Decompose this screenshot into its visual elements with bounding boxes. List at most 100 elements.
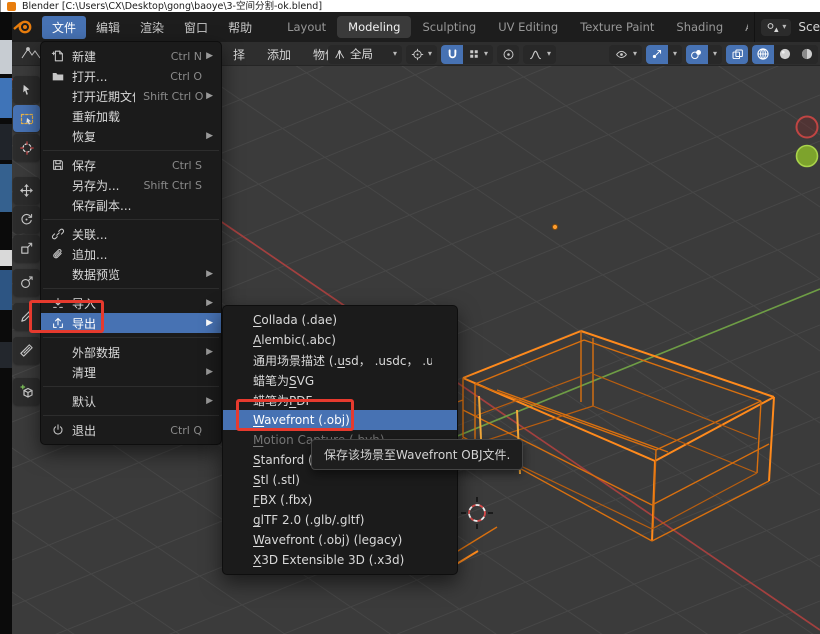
menu-item-shortcut: Ctrl S — [172, 159, 202, 172]
menu-item-打开-[interactable]: 打开...Ctrl O — [41, 66, 221, 86]
menu-item-collada-dae-[interactable]: Collada (.dae) — [223, 310, 457, 330]
menu-item-gltf-2-0-glb-gltf-[interactable]: glTF 2.0 (.glb/.gltf) — [223, 510, 457, 530]
menubar-item-帮助[interactable]: 帮助 — [218, 16, 262, 39]
menu-item-wavefront-obj-legacy-[interactable]: Wavefront (.obj) (legacy) — [223, 530, 457, 550]
menubar-item-编辑[interactable]: 编辑 — [86, 16, 130, 39]
menu-item-退出[interactable]: 退出Ctrl Q — [41, 420, 221, 440]
menu-item-清理[interactable]: 清理 ▶ — [41, 362, 221, 382]
viewport-add-menu[interactable]: 添加 — [256, 44, 302, 65]
menu-item-label: 清理 — [72, 364, 194, 381]
menu-item-label: X3D Extensible 3D (.x3d) — [253, 553, 430, 567]
transform-tool[interactable] — [13, 269, 40, 296]
menu-item-打开近期文件[interactable]: 打开近期文件Shift Ctrl O▶ — [41, 86, 221, 106]
select-box-tool[interactable] — [13, 105, 40, 132]
blank-icon — [50, 108, 66, 124]
menu-item-关联-[interactable]: 关联... — [41, 224, 221, 244]
menubar-item-渲染[interactable]: 渲染 — [130, 16, 174, 39]
menu-item-label: 蜡笔为SVG — [253, 372, 430, 389]
menu-item-fbx-fbx-[interactable]: FBX (.fbx) — [223, 490, 457, 510]
menu-item-追加-[interactable]: 追加... — [41, 244, 221, 264]
menu-item-重新加载[interactable]: 重新加载 — [41, 106, 221, 126]
menu-item-保存副本-[interactable]: 保存副本... — [41, 195, 221, 215]
strip-fragment — [0, 124, 12, 160]
blender-logo-icon[interactable] — [12, 19, 34, 35]
proportional-edit-button[interactable] — [497, 45, 519, 64]
visibility-dropdown[interactable]: ▾ — [609, 45, 642, 64]
scene-pill[interactable]: ▾ — [761, 19, 791, 36]
menu-item-label: glTF 2.0 (.glb/.gltf) — [253, 513, 430, 527]
folder-icon — [50, 68, 66, 84]
submenu-arrow-icon: ▶ — [202, 396, 213, 406]
blender-window: Blender [C:\Users\CX\Desktop\gong\baoye\… — [0, 0, 820, 634]
menu-item-label: 外部数据 — [72, 344, 194, 361]
menu-item-label: Stl (.stl) — [253, 473, 430, 487]
strip-fragment — [0, 78, 12, 118]
shading-material-button[interactable] — [796, 45, 818, 64]
workspace-tab-modeling[interactable]: Modeling — [337, 16, 411, 38]
measure-tool[interactable] — [13, 337, 40, 364]
menubar-item-文件[interactable]: 文件 — [42, 16, 86, 39]
menu-item-label: 打开近期文件 — [72, 88, 135, 105]
menu-item-导出[interactable]: 导出▶ — [41, 313, 221, 333]
workspace-tab-uv-editing[interactable]: UV Editing — [487, 16, 569, 38]
gizmos-toggle-button[interactable] — [646, 45, 668, 64]
strip-fragment — [0, 250, 12, 266]
chevron-down-icon: ▾ — [393, 50, 397, 58]
menu-item-wavefront-obj-[interactable]: Wavefront (.obj) — [223, 410, 457, 430]
annotate-tool[interactable] — [13, 303, 40, 330]
menu-item-stl-stl-[interactable]: Stl (.stl) — [223, 470, 457, 490]
menu-item-外部数据[interactable]: 外部数据▶ — [41, 342, 221, 362]
chevron-down-icon: ▾ — [484, 50, 488, 58]
viewport-select-menu[interactable]: 择 — [222, 44, 256, 65]
menu-item-默认[interactable]: 默认▶ — [41, 391, 221, 411]
workspace-tab-sculpting[interactable]: Sculpting — [411, 16, 487, 38]
pivot-icon — [411, 48, 424, 61]
tweak-icon — [19, 82, 34, 97]
menubar-item-窗口[interactable]: 窗口 — [174, 16, 218, 39]
menu-item-label: 追加... — [72, 246, 194, 263]
measure-icon — [19, 343, 34, 358]
scale-tool[interactable] — [13, 235, 40, 262]
menu-item-label: 导入 — [72, 295, 194, 312]
rotate-tool[interactable] — [13, 206, 40, 233]
xray-toggle-button[interactable] — [726, 45, 748, 64]
submenu-arrow-icon: ▶ — [202, 367, 213, 377]
menu-item-导入[interactable]: 导入▶ — [41, 293, 221, 313]
menu-item-蜡笔为svg[interactable]: 蜡笔为SVG — [223, 370, 457, 390]
shading-wireframe-button[interactable] — [752, 45, 774, 64]
menu-item-通用场景描述-usd-usdc-usda-[interactable]: 通用场景描述 (.usd， .usdc， .usda) — [223, 350, 457, 370]
proportional-falloff-dropdown[interactable]: ▾ — [523, 45, 556, 64]
menu-item-x3d-extensible-3d-x3d-[interactable]: X3D Extensible 3D (.x3d) — [223, 550, 457, 570]
menu-item-另存为-[interactable]: 另存为...Shift Ctrl S — [41, 175, 221, 195]
workspace-tab-shading[interactable]: Shading — [665, 16, 734, 38]
submenu-arrow-icon: ▶ — [202, 51, 213, 61]
cursor-tool[interactable] — [13, 134, 40, 161]
overlays-toggle-button[interactable] — [686, 45, 708, 64]
submenu-arrow-icon: ▶ — [202, 318, 213, 328]
menu-item-新建[interactable]: 新建Ctrl N▶ — [41, 46, 221, 66]
falloff-curve-icon — [528, 48, 543, 61]
menu-item-alembic-abc-[interactable]: Alembic(.abc) — [223, 330, 457, 350]
overlays-dropdown[interactable]: ▾ — [708, 45, 722, 64]
move-tool[interactable] — [13, 177, 40, 204]
snap-target-dropdown[interactable]: ▾ — [463, 45, 493, 64]
add-cube-tool[interactable] — [13, 378, 40, 405]
menu-item-label: 数据预览 — [72, 266, 194, 283]
workspace-tab-texture-paint[interactable]: Texture Paint — [569, 16, 665, 38]
transform-orientation-dropdown[interactable]: 全局▾ — [328, 45, 402, 64]
tweak-tool[interactable] — [13, 76, 40, 103]
menu-item-label: 通用场景描述 (.usd， .usdc， .usda) — [253, 352, 432, 369]
gizmos-dropdown[interactable]: ▾ — [668, 45, 682, 64]
shading-solid-button[interactable] — [774, 45, 796, 64]
menu-item-恢复[interactable]: 恢复▶ — [41, 126, 221, 146]
menu-item-数据预览[interactable]: 数据预览▶ — [41, 264, 221, 284]
menu-item-蜡笔为pdf[interactable]: 蜡笔为PDF — [223, 390, 457, 410]
pivot-point-dropdown[interactable]: ▾ — [406, 45, 437, 64]
window-title: Blender [C:\Users\CX\Desktop\gong\baoye\… — [22, 1, 322, 12]
snap-toggle-button[interactable] — [441, 45, 463, 64]
os-titlebar[interactable]: Blender [C:\Users\CX\Desktop\gong\baoye\… — [0, 0, 820, 12]
link-icon — [50, 226, 66, 242]
workspace-tab-layout[interactable]: Layout — [276, 16, 337, 38]
menu-item-保存[interactable]: 保存Ctrl S — [41, 155, 221, 175]
blank-icon — [50, 364, 66, 380]
